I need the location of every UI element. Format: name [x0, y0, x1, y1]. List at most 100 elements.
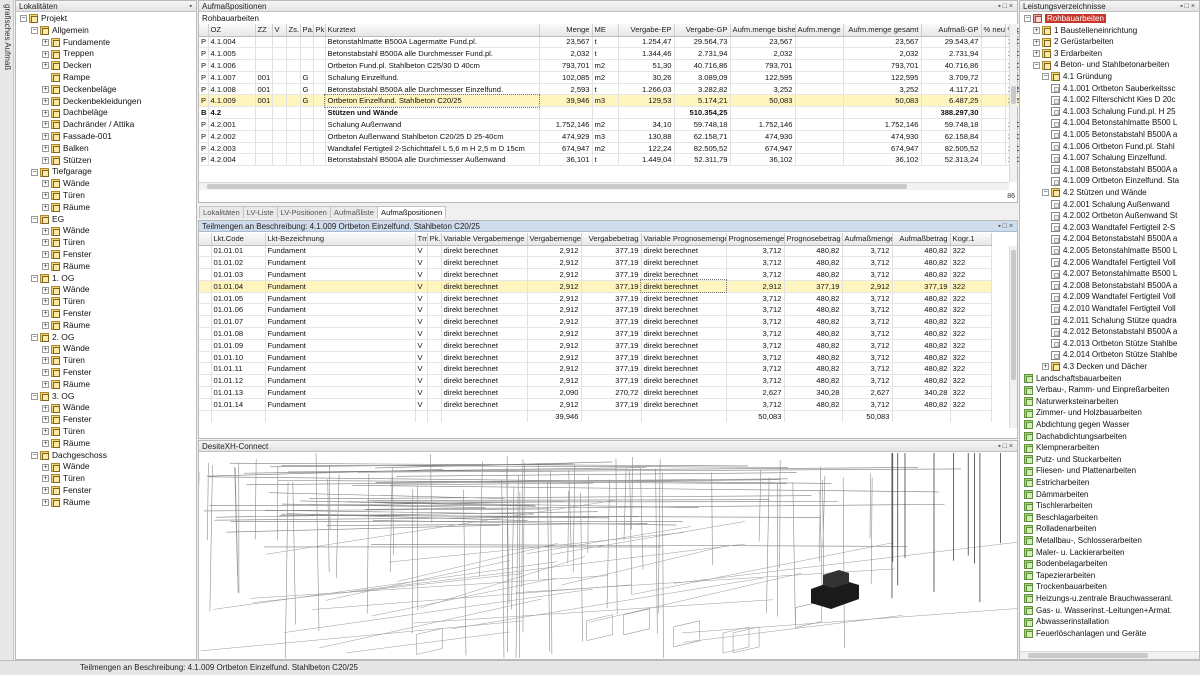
location-tree-item[interactable]: − Projekt	[20, 13, 67, 25]
tab-3[interactable]: Aufmaßliste	[329, 206, 378, 218]
row-selector[interactable]	[199, 386, 212, 399]
lv-tree-item[interactable]: Gas- u. Wasserinst.-Leitungen+Armat.	[1024, 605, 1172, 617]
column-header[interactable]: Aufmaß-GP	[921, 24, 982, 37]
table-row[interactable]: 01.01.11 Fundament Vdirekt berechnet 2,912 3…	[199, 362, 992, 376]
table-row[interactable]: 01.01.09 Fundament Vdirekt berechnet 2,912 3…	[199, 339, 992, 352]
lv-tree-item[interactable]: 4.2.014 Ortbeton Stütze Stahlbe	[1051, 349, 1177, 361]
location-tree-item[interactable]: + Treppen	[42, 48, 94, 60]
location-tree-item[interactable]: + Türen	[42, 296, 85, 308]
collapse-icon[interactable]: −	[31, 333, 38, 341]
table-row[interactable]: 01.01.12 Fundament Vdirekt berechnet 2,912 3…	[199, 374, 992, 388]
column-header[interactable]: ZZ	[255, 24, 273, 37]
location-tree-item[interactable]: + Fenster	[42, 485, 91, 497]
lv-tree-item[interactable]: Naturwerksteinarbeiten	[1024, 396, 1118, 408]
location-tree-item[interactable]: + Fenster	[42, 308, 91, 320]
column-header[interactable]: Aufmaßmenge	[842, 233, 893, 246]
collapse-icon[interactable]: −	[20, 15, 27, 23]
positions-horizontal-scrollbar[interactable]	[199, 182, 1009, 190]
collapse-icon[interactable]: −	[31, 27, 38, 35]
column-header[interactable]: Vergabebetrag	[581, 233, 642, 246]
lv-tree-item[interactable]: +2 Gerüstarbeiten	[1033, 36, 1114, 48]
table-row[interactable]: P 4.2.002 Ortbeton Außenwand Stahlbeton C2…	[199, 130, 1028, 143]
collapse-icon[interactable]: −	[1042, 189, 1049, 197]
table-row[interactable]: 01.01.06 Fundament Vdirekt berechnet 2,912 3…	[199, 303, 992, 317]
row-selector[interactable]	[199, 256, 212, 270]
table-row[interactable]: 01.01.04 Fundament Vdirekt berechnet 2,912 3…	[199, 279, 992, 294]
location-tree-item[interactable]: + Fenster	[42, 367, 91, 379]
table-row[interactable]: 01.01.14 Fundament Vdirekt berechnet 2,912 3…	[199, 398, 992, 411]
expand-icon[interactable]: +	[42, 286, 49, 294]
location-tree-item[interactable]: + Wände	[42, 461, 90, 473]
positions-vertical-scrollbar[interactable]	[1009, 24, 1017, 182]
lv-tree-item[interactable]: 4.2.007 Betonstahlmatte B500 L	[1051, 268, 1177, 280]
tab-4[interactable]: Aufmaßpositionen	[377, 206, 447, 218]
collapse-icon[interactable]: −	[1024, 15, 1031, 23]
lv-tree-item[interactable]: 4.1.007 Schalung Einzelfund.	[1051, 152, 1167, 164]
tab-1[interactable]: LV-Liste	[242, 206, 278, 218]
expand-icon[interactable]: +	[42, 204, 49, 212]
lv-tree-item[interactable]: Fliesen- und Plattenarbeiten	[1024, 465, 1136, 477]
expand-icon[interactable]: +	[1033, 26, 1040, 34]
row-selector[interactable]	[199, 245, 212, 258]
lv-tree-item[interactable]: Maler- u. Lackierarbeiten	[1024, 547, 1124, 559]
expand-icon[interactable]: +	[1033, 50, 1040, 58]
column-header[interactable]: Pa.	[300, 24, 314, 37]
location-tree-item[interactable]: − Tiefgarage	[31, 166, 92, 178]
row-selector[interactable]	[199, 339, 212, 352]
location-tree-item[interactable]: + Wände	[42, 284, 90, 296]
lv-tree-item[interactable]: 4.2.002 Ortbeton Außenwand St	[1051, 210, 1177, 222]
lv-tree-item[interactable]: − Rohbauarbeiten	[1024, 13, 1106, 25]
table-row[interactable]: 01.01.03 Fundament Vdirekt berechnet 2,912 3…	[199, 268, 992, 281]
location-tree-item[interactable]: + Wände	[42, 402, 90, 414]
collapse-icon[interactable]: −	[31, 392, 38, 400]
location-tree-item[interactable]: + Deckenbeläge	[42, 84, 117, 96]
lv-tree-item[interactable]: 4.1.008 Betonstabstahl B500A a	[1051, 164, 1177, 176]
table-row[interactable]: 01.01.07 Fundament Vdirekt berechnet 2,912 3…	[199, 315, 992, 329]
expand-icon[interactable]: +	[42, 86, 49, 94]
table-row[interactable]: P 4.1.004 Betonstahlmatte B500A Lagermatte…	[199, 36, 1028, 49]
expand-icon[interactable]: +	[42, 121, 49, 129]
lv-tree-item[interactable]: +3 Erdarbeiten	[1033, 48, 1102, 60]
tab-0[interactable]: Lokalitäten	[199, 206, 244, 218]
lv-tree-item[interactable]: Zimmer- und Holzbauarbeiten	[1024, 407, 1142, 419]
location-tree-item[interactable]: + Fundamente	[42, 37, 110, 49]
location-tree-item[interactable]: + Türen	[42, 237, 85, 249]
lv-tree-item[interactable]: Putz- und Stuckarbeiten	[1024, 454, 1121, 466]
table-row[interactable]: P 4.1.005 Betonstabstahl B500A alle Durchm…	[199, 47, 1028, 61]
table-row[interactable]: P 4.2.004 Betonstabstahl B500A alle Durchm…	[199, 153, 1028, 167]
table-row[interactable]: P 4.1.007 001 G Schalung Einzelfund. 102,085 m…	[199, 71, 1028, 84]
partial-vertical-scrollbar[interactable]	[1009, 246, 1017, 428]
expand-icon[interactable]: +	[42, 239, 49, 247]
lv-tree-item[interactable]: Beschlagarbeiten	[1024, 512, 1098, 524]
location-tree-item[interactable]: − 1. OG	[31, 273, 74, 285]
lv-tree-item[interactable]: 4.2.004 Betonstabstahl B500A a	[1051, 233, 1177, 245]
pin-icon[interactable]: ▪	[190, 1, 194, 11]
column-header[interactable]: Kurztext	[325, 24, 540, 37]
row-selector[interactable]	[199, 351, 212, 364]
location-tree-item[interactable]: + Fenster	[42, 249, 91, 261]
row-selector[interactable]	[199, 315, 212, 329]
expand-icon[interactable]: +	[42, 192, 49, 200]
expand-icon[interactable]: +	[42, 145, 49, 153]
close-icon[interactable]: ×	[1009, 223, 1015, 230]
table-row[interactable]: 01.01.13 Fundament Vdirekt berechnet 2,090 2…	[199, 386, 992, 399]
location-tree-item[interactable]: + Räume	[42, 202, 90, 214]
lv-tree-item[interactable]: Tischlerarbeiten	[1024, 500, 1093, 512]
location-tree-item[interactable]: + Dachbeläge	[42, 107, 108, 119]
lv-tree-item[interactable]: 4.1.009 Ortbeton Einzelfund. Sta	[1051, 175, 1179, 187]
column-header[interactable]: Vergabe-GP	[674, 24, 731, 37]
collapse-icon[interactable]: −	[1033, 61, 1040, 69]
expand-icon[interactable]: +	[42, 440, 49, 448]
expand-icon[interactable]: +	[42, 133, 49, 141]
column-header[interactable]: % neu	[981, 24, 1006, 37]
lv-tree-item[interactable]: Abdichtung gegen Wasser	[1024, 419, 1130, 431]
tab-2[interactable]: LV-Positionen	[276, 206, 331, 218]
collapse-icon[interactable]: −	[1042, 73, 1049, 81]
lv-tree-item[interactable]: +1 Baustelleneinrichtung	[1033, 25, 1137, 37]
location-tree-item[interactable]: + Räume	[42, 379, 90, 391]
expand-icon[interactable]: +	[42, 38, 49, 46]
lv-tree-item[interactable]: 4.2.008 Betonstabstahl B500A a	[1051, 280, 1177, 292]
lv-tree-item[interactable]: 4.1.006 Ortbeton Fund.pl. Stahl	[1051, 141, 1175, 153]
column-header[interactable]: Aufm.menge	[795, 24, 844, 37]
column-header[interactable]: Pk.	[313, 24, 326, 37]
